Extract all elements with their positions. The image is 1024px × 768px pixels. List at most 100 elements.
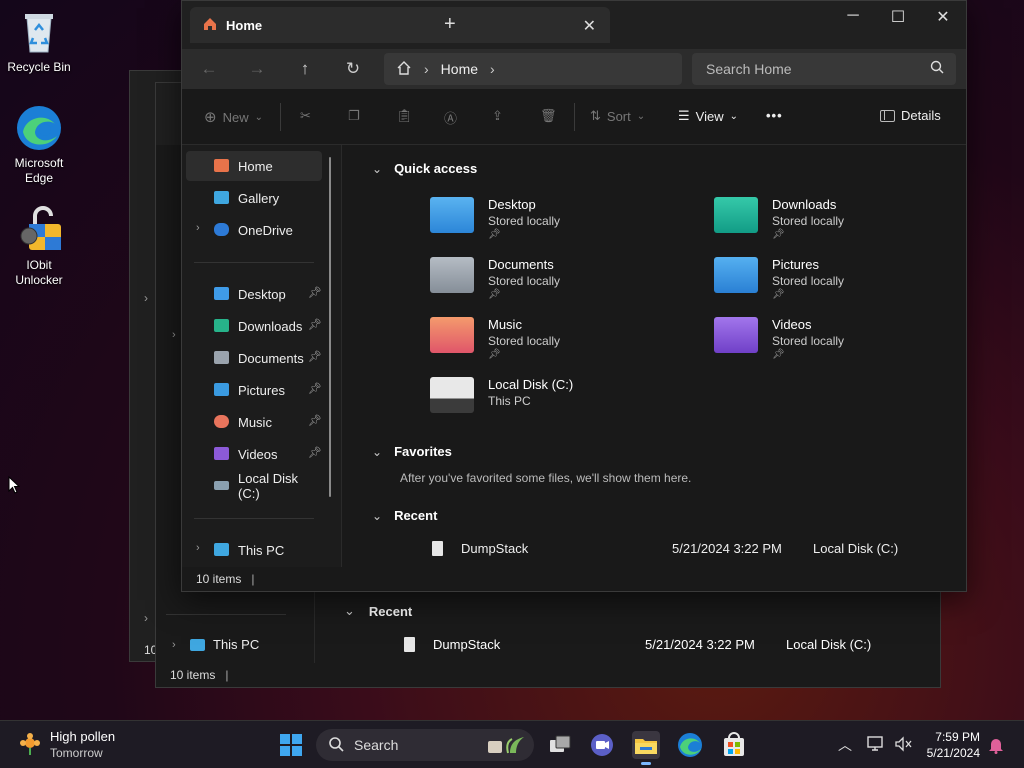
trash-icon: 🗑︎ [540,108,557,123]
status-bar: 10 items | [182,567,966,591]
view-button[interactable]: ☰ View ⌄ [678,108,738,124]
details-button[interactable]: Details [880,108,941,123]
task-view-button[interactable] [546,731,574,759]
sidebar-item-pictures[interactable]: Pictures 📌︎ [186,375,322,405]
meet-app-button[interactable] [588,731,616,759]
sidebar-item-onedrive[interactable]: › OneDrive [186,215,322,245]
close-tab-icon[interactable]: ✕ [583,16,596,36]
quick-access-documents[interactable]: Documents Stored locally 📌︎ [430,257,560,300]
home-icon [396,60,412,79]
taskbar-search[interactable]: Search [316,729,534,761]
notification-bell-icon[interactable] [988,736,1004,757]
breadcrumb-home[interactable]: Home [441,61,478,77]
copy-button[interactable]: ❐ [348,108,360,124]
download-icon [214,319,229,332]
tab-home[interactable]: Home ✕ [190,7,610,43]
quick-access-local-disk[interactable]: Local Disk (C:) This PC [430,377,573,413]
section-recent[interactable]: ⌄ Recent [372,508,437,523]
desktop-icon-iobit-unlocker[interactable]: IObit Unlocker [3,206,75,288]
paste-button[interactable]: 📋︎ [396,108,413,124]
pin-icon[interactable]: 📌︎ [308,318,322,331]
sidebar-item-home[interactable]: Home [186,151,322,181]
new-button[interactable]: ⊕ New ⌄ [204,108,263,126]
address-bar[interactable]: › Home › [384,53,682,85]
section-quick-access[interactable]: ⌄ Quick access [372,161,477,176]
plus-circle-icon: ⊕ [204,109,217,126]
weather-widget[interactable]: High pollen Tomorrow [18,729,115,761]
up-button[interactable]: ↑ [293,57,317,81]
more-options-button[interactable]: ••• [766,108,783,123]
sidebar-scrollbar[interactable] [329,157,331,497]
minimize-button[interactable]: ─ [830,7,876,25]
network-icon[interactable] [866,735,886,756]
sort-button[interactable]: ⇅ Sort ⌄ [590,108,645,124]
file-explorer-taskbar-button[interactable] [632,731,660,765]
quick-access-pictures[interactable]: Pictures Stored locally 📌︎ [714,257,844,300]
cut-button[interactable]: ✂ [300,108,311,124]
recent-row[interactable]: DumpStack 5/21/2024 3:22 PM Local Disk (… [404,637,871,652]
sidebar-item-this-pc[interactable]: › This PC [186,535,322,565]
edge-icon [15,104,63,152]
quick-access-downloads[interactable]: Downloads Stored locally 📌︎ [714,197,844,240]
desktop-icon-recycle-bin[interactable]: Recycle Bin [3,8,75,75]
share-button[interactable]: ⇪ [492,108,503,124]
edge-taskbar-button[interactable] [676,731,704,759]
refresh-button[interactable]: ↻ [341,57,365,81]
sidebar-item-this-pc[interactable]: This PC [190,637,259,652]
sort-icon: ⇅ [590,108,601,123]
section-recent[interactable]: ⌄ Recent [344,603,412,619]
volume-muted-icon[interactable] [894,736,912,755]
pin-icon[interactable]: 📌︎ [308,382,322,395]
pin-icon: 📌︎ [772,229,785,240]
sidebar-item-desktop[interactable]: Desktop 📌︎ [186,279,322,309]
iobit-unlocker-icon [15,206,63,254]
chevron-right-icon[interactable]: › [490,61,495,77]
pin-icon[interactable]: 📌︎ [308,414,322,427]
monitor-icon [214,543,229,556]
maximize-button[interactable]: ☐ [875,7,921,27]
quick-access-videos[interactable]: Videos Stored locally 📌︎ [714,317,844,360]
quick-access-music[interactable]: Music Stored locally 📌︎ [430,317,560,360]
quick-access-desktop[interactable]: Desktop Stored locally 📌︎ [430,197,560,240]
pin-icon[interactable]: 📌︎ [308,350,322,363]
recent-row[interactable]: DumpStack 5/21/2024 3:22 PM Local Disk (… [432,541,898,556]
rename-button[interactable]: Ⓐ [444,108,457,127]
chevron-right-icon[interactable]: › [196,222,200,234]
chevron-up-icon[interactable]: ︿ [838,735,852,755]
copy-icon: ❐ [348,108,360,123]
file-explorer-window[interactable]: Home ✕ + ─ ☐ ✕ ← → ↑ ↻ › Home › Search H… [181,0,967,592]
desktop-icon-label: Microsoft Edge [14,156,64,185]
chevron-down-icon: ⌄ [372,161,383,176]
file-icon [432,541,443,556]
sidebar-item-music[interactable]: Music 📌︎ [186,407,322,437]
desktop-icon-edge[interactable]: Microsoft Edge [3,104,75,186]
sidebar-item-videos[interactable]: Videos 📌︎ [186,439,322,469]
desktop-folder-icon [430,197,474,233]
title-bar[interactable]: Home ✕ + ─ ☐ ✕ [182,1,966,49]
forward-button[interactable]: → [245,57,269,81]
section-favorites[interactable]: ⌄ Favorites [372,444,452,459]
sidebar-item-local-disk[interactable]: Local Disk (C:) [186,471,322,501]
home-icon [214,159,229,172]
details-pane-icon [880,109,895,122]
new-tab-button[interactable]: + [444,13,456,36]
system-clock[interactable]: 7:59 PM 5/21/2024 [927,729,980,761]
search-input[interactable]: Search Home [692,53,956,85]
desktop-icon-label: IObit Unlocker [15,258,63,287]
videos-icon [214,447,229,460]
close-button[interactable]: ✕ [920,7,966,27]
taskbar: High pollen Tomorrow Search ︿ 7:59 PM 5/… [0,720,1024,768]
sidebar-item-downloads[interactable]: Downloads 📌︎ [186,311,322,341]
back-button[interactable]: ← [197,57,221,81]
favorites-empty-text: After you've favorited some files, we'll… [400,471,692,485]
music-folder-icon [430,317,474,353]
delete-button[interactable]: 🗑︎ [540,108,557,124]
pin-icon[interactable]: 📌︎ [308,286,322,299]
sidebar-item-gallery[interactable]: Gallery [186,183,322,213]
pin-icon[interactable]: 📌︎ [308,446,322,459]
sidebar-item-documents[interactable]: Documents 📌︎ [186,343,322,373]
weather-subtitle: Tomorrow [50,746,103,760]
store-taskbar-button[interactable] [720,731,748,759]
start-button[interactable] [277,731,305,759]
chevron-right-icon[interactable]: › [196,542,200,554]
